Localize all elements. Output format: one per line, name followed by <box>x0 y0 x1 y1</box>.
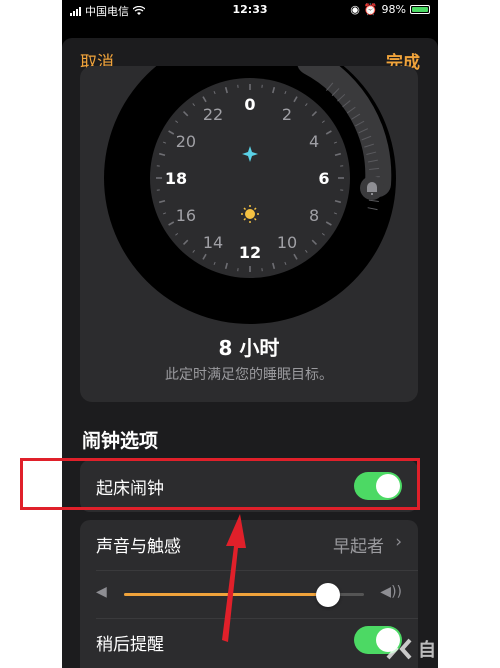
alarm-settings-group: 声音与触感 早起者 › ◀ ◀)) 稍后提醒 <box>80 520 418 668</box>
phone-screen: 中国电信 12:33 ◉ ⏰ 98% 取消 完成 024681012 <box>62 0 438 668</box>
hour-label: 16 <box>176 206 196 225</box>
hour-label: 10 <box>277 233 297 252</box>
hour-label: 14 <box>203 233 223 252</box>
hour-label: 8 <box>309 206 319 225</box>
alarm-options-title: 闹钟选项 <box>82 430 159 452</box>
hour-label: 20 <box>176 132 196 151</box>
volume-knob[interactable] <box>316 583 340 607</box>
hour-label: 0 <box>244 95 255 114</box>
sleep-clock-card: 0 2 4 6 8 10 12 14 16 18 20 22 8 小时 此定时满… <box>80 66 418 402</box>
snooze-label: 稍后提醒 <box>96 635 164 655</box>
hour-label: 2 <box>282 105 292 124</box>
wake-alarm-row: 起床闹钟 <box>80 460 418 512</box>
status-bar: 中国电信 12:33 ◉ ⏰ 98% <box>62 0 438 20</box>
wake-alarm-toggle[interactable] <box>354 472 402 500</box>
volume-slider[interactable]: ◀ ◀)) <box>96 580 402 608</box>
hour-label: 18 <box>165 169 187 188</box>
lock-rotation-icon: ◉ <box>350 3 360 16</box>
divider <box>96 570 418 571</box>
speaker-low-icon: ◀ <box>96 584 107 600</box>
hour-label: 4 <box>309 132 319 151</box>
alarm-icon: ⏰ <box>363 3 378 16</box>
volume-track[interactable] <box>124 583 364 607</box>
bell-handle-icon[interactable] <box>360 176 384 200</box>
wake-alarm-label: 起床闹钟 <box>96 479 164 499</box>
sleep-goal-hint: 此定时满足您的睡眠目标。 <box>165 367 333 383</box>
battery-icon <box>410 5 430 14</box>
hour-label: 6 <box>318 169 329 188</box>
hour-label: 12 <box>239 243 261 262</box>
sound-haptics-label[interactable]: 声音与触感 <box>96 532 181 557</box>
sleep-schedule-sheet: 取消 完成 0 2 4 6 8 10 12 14 16 18 20 22 8 小… <box>62 38 438 668</box>
sound-value[interactable]: 早起者 <box>333 532 384 557</box>
sleep-clock-dial[interactable]: 0 24 6 8 10 12 14 16 18 20 22 <box>80 66 418 326</box>
divider <box>96 618 418 619</box>
watermark-logo-icon <box>386 638 412 660</box>
battery-percent: 98% <box>381 3 406 16</box>
speaker-high-icon: ◀)) <box>380 584 402 600</box>
volume-fill <box>124 593 328 596</box>
watermark-text: 自由互联 <box>418 640 494 661</box>
hour-label: 22 <box>203 105 223 124</box>
watermark: 自由互联 <box>386 636 494 662</box>
chevron-right-icon[interactable]: › <box>395 532 402 552</box>
sleep-duration: 8 小时 <box>218 336 280 360</box>
